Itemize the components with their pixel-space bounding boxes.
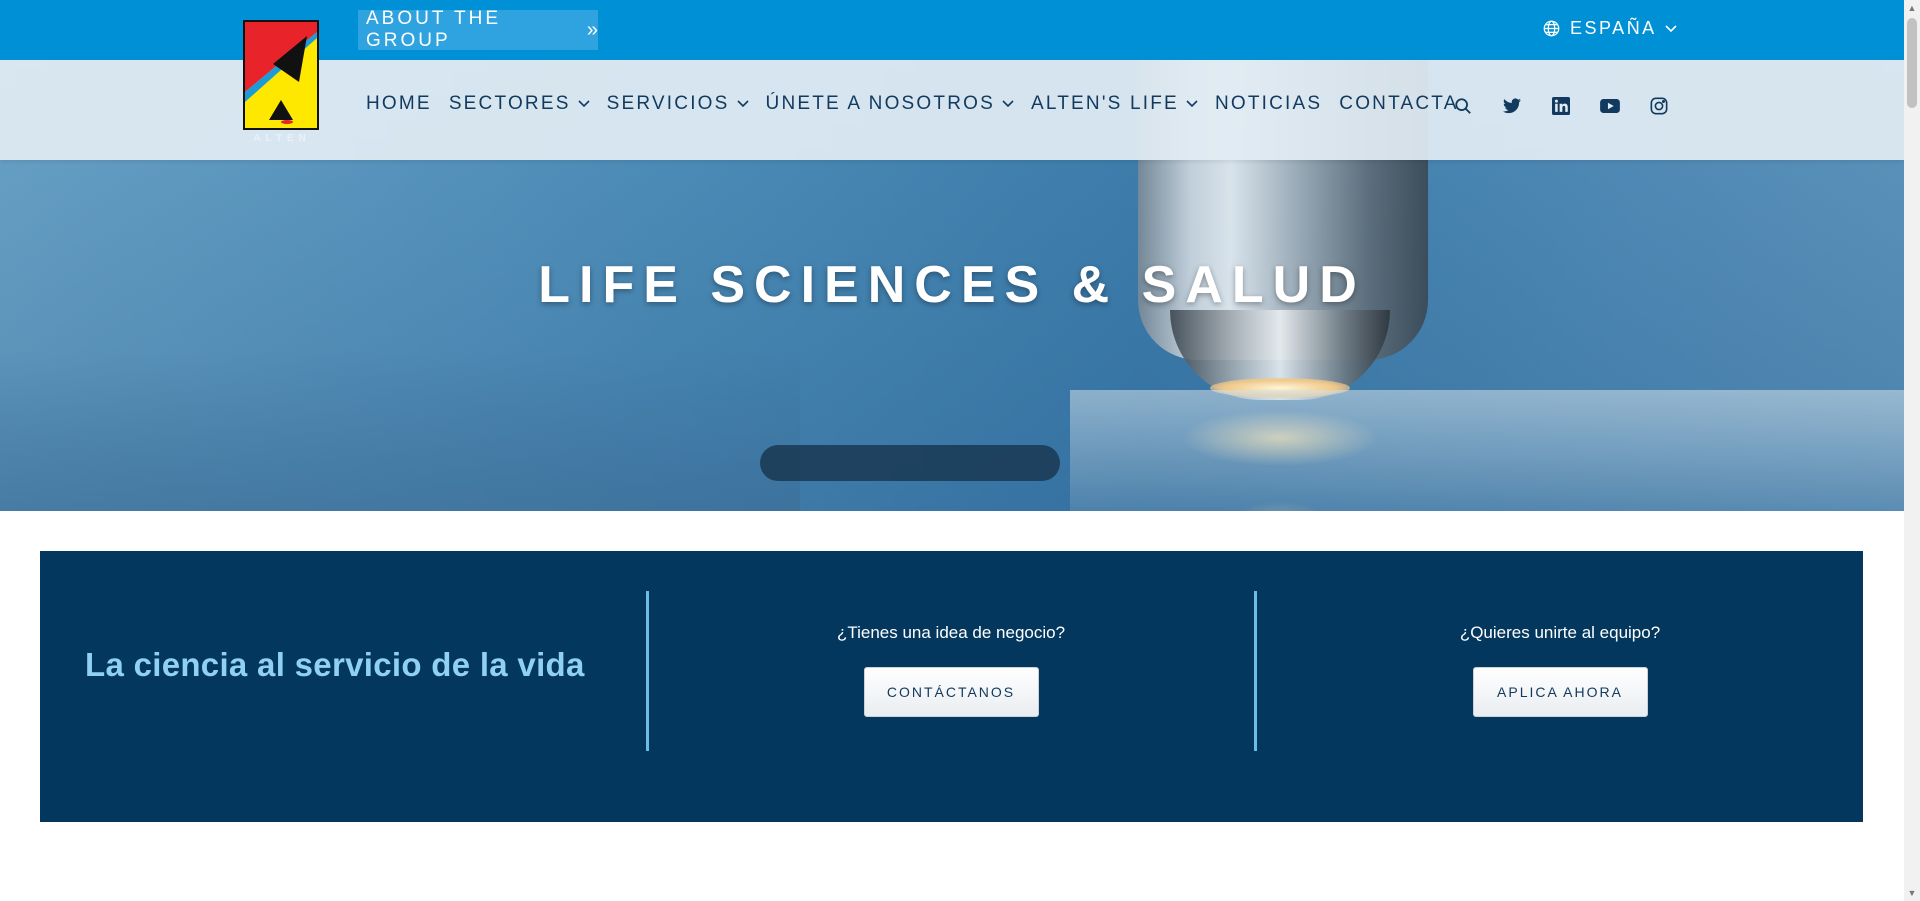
page-scrollbar[interactable]: ▲ ▼ — [1904, 0, 1920, 901]
scroll-up-arrow-icon[interactable]: ▲ — [1904, 0, 1920, 16]
main-menu: HOME SECTORES SERVICIOS ÚNETE A NOSOTROS… — [366, 93, 1476, 115]
nav-item-label: SECTORES — [448, 93, 571, 114]
alten-logo[interactable]: ALTEN — [243, 20, 321, 148]
scrollbar-thumb[interactable] — [1907, 18, 1917, 108]
cta-tagline: La ciencia al servicio de la vida — [85, 646, 585, 683]
youtube-icon[interactable] — [1599, 95, 1621, 117]
logo-mark — [243, 20, 319, 130]
chevron-down-icon — [578, 100, 590, 108]
cta-column-team: ¿Quieres unirte al equipo? APLICA AHORA — [1360, 623, 1760, 717]
double-chevron-right-icon: » — [586, 18, 598, 41]
chevron-down-icon — [1002, 100, 1014, 108]
chevron-down-icon — [736, 100, 749, 108]
hero-title: LIFE SCIENCES & SALUD — [538, 256, 1366, 314]
nav-item-label: ALTEN'S LIFE — [1031, 93, 1179, 114]
cta-column-business: ¿Tienes una idea de negocio? CONTÁCTANOS — [751, 623, 1151, 717]
nav-item-label: HOME — [366, 93, 432, 114]
aplica-ahora-button[interactable]: APLICA AHORA — [1472, 667, 1648, 717]
divider — [646, 591, 649, 751]
chevron-down-icon — [1186, 100, 1198, 108]
contactanos-button[interactable]: CONTÁCTANOS — [863, 667, 1039, 717]
nav-item-sectores[interactable]: SECTORES — [449, 93, 590, 115]
language-label: ESPAÑA — [1570, 18, 1657, 38]
nav-item-label: NOTICIAS — [1214, 93, 1323, 114]
divider — [1254, 591, 1257, 751]
globe-icon — [1543, 20, 1560, 37]
nav-item-home[interactable]: HOME — [366, 93, 432, 115]
twitter-icon[interactable] — [1501, 95, 1523, 117]
chevron-down-icon — [1665, 24, 1677, 32]
logo-wordmark: ALTEN — [253, 133, 311, 144]
linkedin-icon[interactable] — [1550, 95, 1572, 117]
nav-item-contacta[interactable]: CONTACTA — [1339, 93, 1458, 115]
instagram-icon[interactable] — [1648, 95, 1670, 117]
microscope-stage-image — [1070, 390, 1904, 511]
business-question: ¿Tienes una idea de negocio? — [836, 623, 1066, 642]
hero-shade — [0, 350, 800, 511]
nav-item-label: ÚNETE A NOSOTROS — [765, 93, 995, 114]
nav-item-noticias[interactable]: NOTICIAS — [1215, 93, 1322, 115]
nav-item-altens-life[interactable]: ALTEN'S LIFE — [1031, 93, 1198, 115]
team-question: ¿Quieres unirte al equipo? — [1459, 623, 1661, 642]
language-selector[interactable]: ESPAÑA — [1543, 18, 1687, 39]
stage-shadow-image — [760, 445, 1060, 481]
cta-band: La ciencia al servicio de la vida ¿Tiene… — [40, 551, 1863, 822]
nav-item-servicios[interactable]: SERVICIOS — [607, 93, 749, 115]
nav-item-label: CONTACTA — [1339, 93, 1459, 114]
scroll-down-arrow-icon[interactable]: ▼ — [1904, 885, 1920, 901]
nav-item-label: SERVICIOS — [606, 93, 730, 114]
search-icon[interactable] — [1452, 95, 1474, 117]
nav-item-unete[interactable]: ÚNETE A NOSOTROS — [766, 93, 1014, 115]
about-the-group-button[interactable]: ABOUT THE GROUP » — [358, 8, 598, 51]
social-links — [1452, 95, 1697, 117]
about-label: ABOUT THE GROUP — [366, 8, 502, 51]
